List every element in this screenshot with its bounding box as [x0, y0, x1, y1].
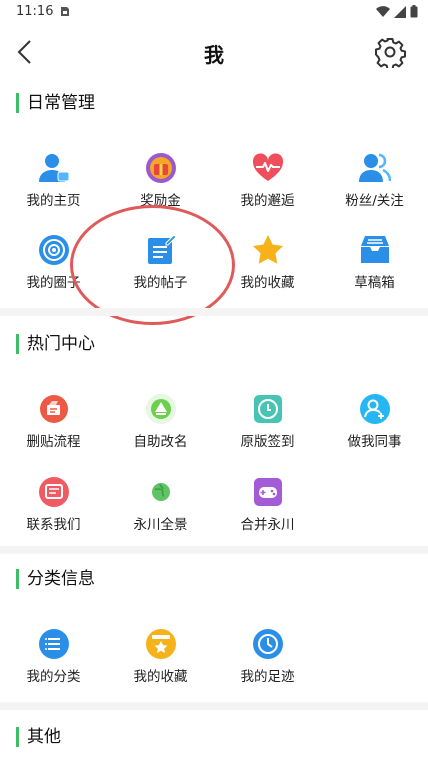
grid-item-footprint[interactable]: 我的足迹 — [214, 628, 321, 700]
contact-message-icon — [39, 477, 69, 507]
reward-icon — [146, 153, 176, 183]
grid-item-label: 我的帖子 — [133, 275, 188, 291]
status-bar: 11:16 — [0, 0, 428, 24]
grid-item-my-circle[interactable]: 我的圈子 — [0, 234, 107, 306]
heart-pulse-icon — [252, 153, 284, 181]
section-title-hot: 热门中心 — [16, 334, 95, 354]
battery-icon — [410, 5, 418, 18]
grid-item-join-colleague[interactable]: 做我同事 — [321, 393, 428, 465]
grid-item-encounter[interactable]: 我的邂逅 — [214, 152, 321, 224]
grid-item-label: 我的足迹 — [240, 669, 295, 685]
gamepad-icon — [254, 478, 282, 506]
status-time: 11:16 — [16, 4, 54, 19]
grid-item-label: 我的邂逅 — [240, 193, 295, 209]
grid-item-category-favorites[interactable]: 我的收藏 — [107, 628, 214, 700]
grid-item-label: 联系我们 — [26, 517, 81, 533]
grid-item-my-posts[interactable]: 我的帖子 — [107, 234, 214, 306]
grid-item-label: 我的收藏 — [240, 275, 295, 291]
grid-item-reward[interactable]: 奖励金 — [107, 152, 214, 224]
section-title-category: 分类信息 — [16, 569, 95, 589]
grid-item-rename[interactable]: 自助改名 — [107, 393, 214, 465]
grid-item-label: 我的主页 — [26, 193, 81, 209]
grid-item-label: 我的圈子 — [26, 275, 81, 291]
post-edit-icon — [148, 234, 177, 264]
favorite-box-icon — [146, 629, 176, 659]
section-title-daily: 日常管理 — [16, 93, 95, 113]
grid-item-check-in[interactable]: 原版签到 — [214, 393, 321, 465]
grid-item-label: 粉丝/关注 — [345, 193, 404, 209]
panorama-icon — [152, 483, 170, 501]
grid-item-label: 做我同事 — [347, 434, 402, 450]
user-profile-icon — [39, 154, 70, 182]
page-title: 我 — [204, 43, 224, 67]
gear-icon[interactable] — [374, 36, 406, 68]
grid-item-label: 合并永川 — [240, 517, 295, 533]
category-list-icon — [39, 629, 69, 659]
delete-post-icon — [40, 395, 68, 423]
grid-item-label: 草稿箱 — [354, 275, 395, 291]
grid-item-label: 永川全景 — [133, 517, 188, 533]
grid-item-label: 我的收藏 — [133, 669, 188, 685]
section-divider — [0, 702, 428, 710]
star-icon — [253, 235, 283, 264]
grid-item-label: 奖励金 — [140, 193, 181, 209]
grid-item-contact-us[interactable]: 联系我们 — [0, 476, 107, 548]
rename-icon — [146, 394, 176, 424]
grid-item-my-category[interactable]: 我的分类 — [0, 628, 107, 700]
status-icons — [376, 5, 418, 18]
section-divider — [0, 308, 428, 316]
grid-item-label: 删贴流程 — [26, 434, 81, 450]
signal-icon — [394, 5, 406, 18]
grid-item-merge-yongchuan[interactable]: 合并永川 — [214, 476, 321, 548]
wifi-icon — [376, 5, 390, 17]
grid-item-delete-process[interactable]: 删贴流程 — [0, 393, 107, 465]
grid-item-my-favorites[interactable]: 我的收藏 — [214, 234, 321, 306]
grid-item-label: 自助改名 — [133, 434, 188, 450]
section-title-other: 其他 — [16, 727, 61, 747]
section-divider — [0, 546, 428, 554]
grid-item-label: 我的分类 — [26, 669, 81, 685]
grid-item-followers[interactable]: 粉丝/关注 — [321, 152, 428, 224]
sim-card-icon — [61, 7, 69, 16]
grid-item-label: 原版签到 — [240, 434, 295, 450]
check-in-icon — [254, 395, 282, 423]
grid-item-my-homepage[interactable]: 我的主页 — [0, 152, 107, 224]
draft-box-icon — [361, 236, 389, 263]
grid-item-drafts[interactable]: 草稿箱 — [321, 234, 428, 306]
grid-item-panorama[interactable]: 永川全景 — [107, 476, 214, 548]
followers-icon — [359, 153, 391, 182]
clock-footprint-icon — [253, 629, 283, 659]
circle-target-icon — [39, 235, 69, 265]
top-bar: 我 — [0, 24, 428, 80]
add-colleague-icon — [360, 394, 390, 424]
